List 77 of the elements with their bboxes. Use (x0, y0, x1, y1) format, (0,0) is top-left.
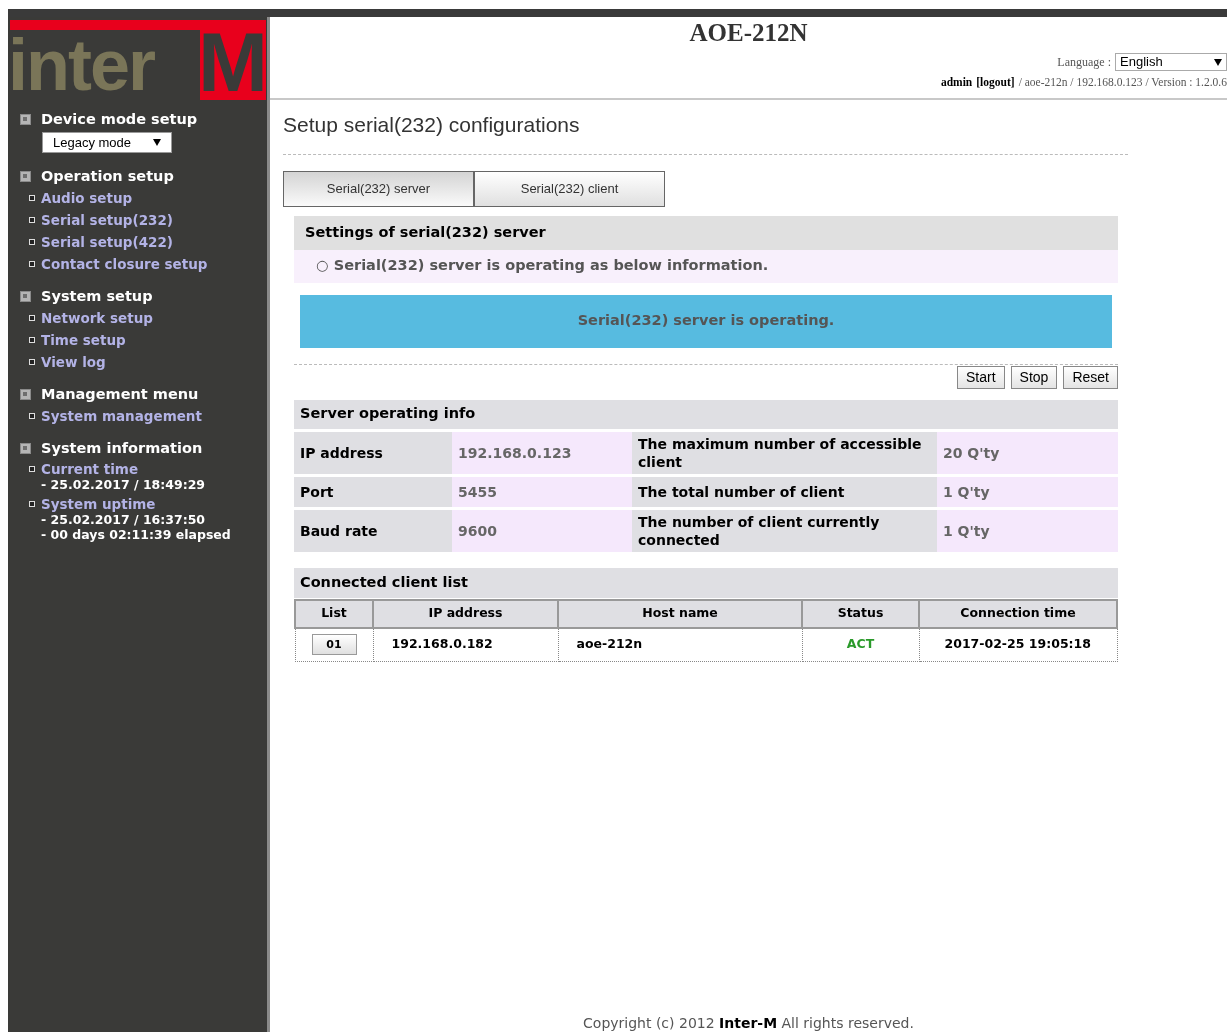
copyright-text: Copyright (c) 2012 Inter-M All rights reserved. (583, 1014, 914, 1032)
column-header: Status (802, 599, 919, 628)
section-title: System information (41, 439, 203, 457)
language-dropdown[interactable]: English (1115, 53, 1227, 71)
table-cell: 192.168.0.182 (373, 627, 558, 662)
square-bullet-icon (20, 113, 31, 125)
info-note: ○ Serial(232) server is operating as below information. (294, 249, 1118, 283)
field-label: The maximum number of accessible client (632, 431, 937, 474)
table-cell: 2017-02-25 19:05:18 (919, 627, 1117, 662)
bullet-icon (29, 501, 35, 507)
status-cell: ACT (802, 627, 919, 662)
action-button[interactable]: Stop (1010, 365, 1058, 389)
dropdown-arrow-icon (153, 139, 161, 146)
dropdown-arrow-icon (1214, 58, 1222, 66)
info-value: - 25.02.2017 / 18:49:29 (40, 477, 207, 492)
status-banner: Serial(232) server is operating. (300, 294, 1112, 348)
action-button[interactable]: Start (957, 365, 1005, 389)
square-bullet-icon (20, 442, 31, 454)
field-label: IP address (294, 431, 452, 474)
field-label: Port (294, 476, 452, 507)
field-value: 5455 (452, 476, 632, 507)
bullet-icon (29, 217, 35, 223)
info-label: System uptime (41, 496, 156, 512)
bullet-icon (29, 413, 35, 419)
sidebar-link[interactable]: Network setup (41, 309, 153, 327)
sidebar-link[interactable]: Serial setup(232) (41, 211, 174, 229)
column-header: Connection time (919, 599, 1117, 628)
section-title: Device mode setup (41, 110, 198, 128)
bullet-icon (29, 466, 35, 472)
action-button[interactable]: Reset (1063, 365, 1118, 389)
field-value: 9600 (452, 509, 632, 552)
column-header: IP address (373, 599, 558, 628)
tab[interactable]: Serial(232) client (474, 170, 665, 207)
field-value: 192.168.0.123 (452, 431, 632, 474)
section-title: System setup (41, 287, 153, 305)
table-cell: aoe-212n (558, 627, 802, 662)
section-header: Connected client list (294, 567, 1118, 598)
sidebar-link[interactable]: View log (41, 353, 106, 371)
column-header: List (295, 599, 373, 628)
bullet-icon (29, 195, 35, 201)
sidebar-link[interactable]: System management (41, 407, 202, 425)
column-header: Host name (558, 599, 802, 628)
square-bullet-icon (20, 170, 31, 182)
bullet-icon (29, 261, 35, 267)
info-value: - 25.02.2017 / 16:37:50 (40, 512, 207, 527)
section-header: Server operating info (294, 399, 1118, 429)
field-value: 1 Q'ty (937, 509, 1118, 552)
bullet-icon (29, 359, 35, 365)
square-bullet-icon (20, 290, 31, 302)
info-value: - 00 days 02:11:39 elapsed (40, 527, 232, 542)
page-title: Setup serial(232) configurations (283, 112, 581, 138)
section-title: Management menu (41, 385, 199, 403)
bullet-icon (29, 239, 35, 245)
field-value: 1 Q'ty (937, 476, 1118, 507)
square-bullet-icon (20, 388, 31, 400)
bullet-icon (29, 315, 35, 321)
row-button[interactable]: 01 (311, 634, 357, 656)
logo: inter M (8, 17, 267, 100)
sidebar-link[interactable]: Contact closure setup (41, 255, 208, 273)
sidebar-link[interactable]: Time setup (41, 331, 126, 349)
sidebar-link[interactable]: Serial setup(422) (41, 233, 174, 251)
tab[interactable]: Serial(232) server (283, 170, 474, 207)
field-label: The total number of client (632, 476, 937, 507)
username: admin (940, 75, 973, 90)
page-header-title: AOE-212N (688, 18, 809, 48)
language-label: Language : (1057, 54, 1111, 71)
connection-info: / aoe-212n / 192.168.0.123 / Version : 1.2.0.6 (1018, 75, 1227, 90)
section-title: Operation setup (41, 167, 174, 185)
field-label: The number of client currently connected (632, 509, 937, 552)
mode-dropdown[interactable]: Legacy mode (42, 132, 172, 153)
field-value: 20 Q'ty (937, 431, 1118, 474)
info-label: Current time (41, 461, 139, 477)
field-label: Baud rate (294, 509, 452, 552)
sidebar-link[interactable]: Audio setup (41, 189, 133, 207)
section-header: Settings of serial(232) server (294, 215, 1118, 250)
bullet-icon (29, 337, 35, 343)
logout-link[interactable]: [logout] (976, 74, 1015, 92)
